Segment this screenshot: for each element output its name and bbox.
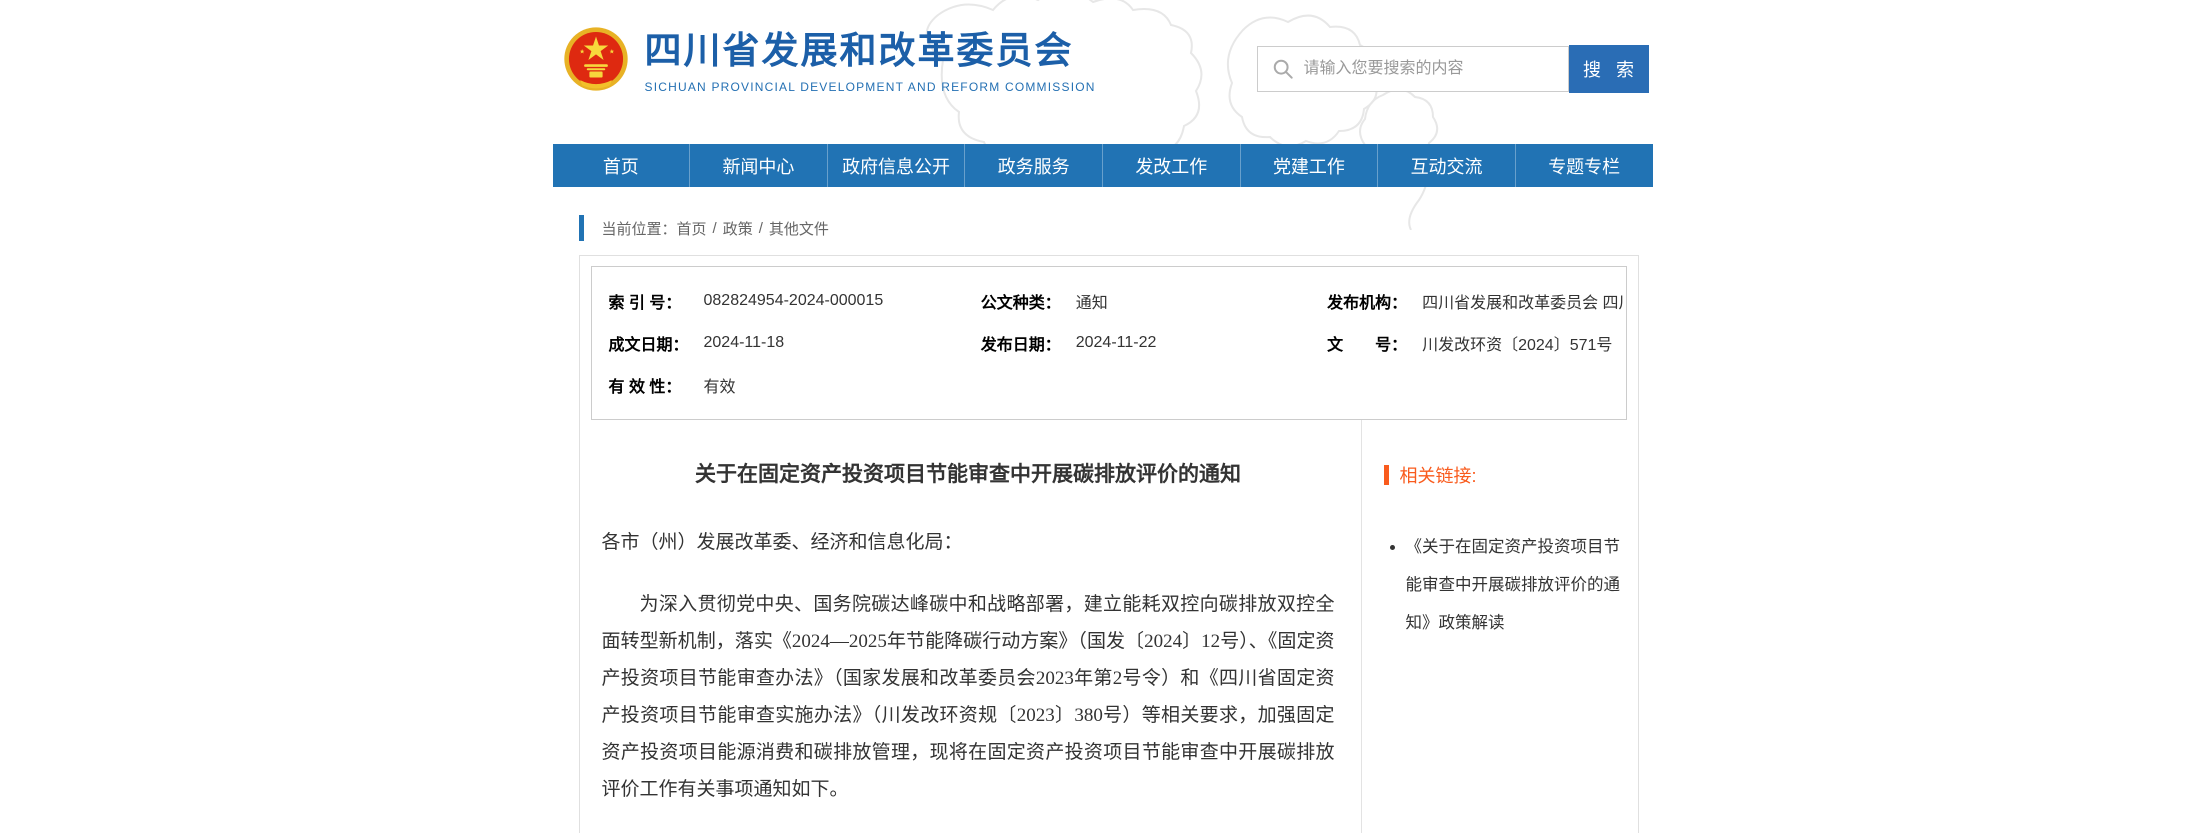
meta-label: 成文日期： (592, 331, 704, 355)
sidebar-accent-bar (1384, 465, 1389, 485)
related-link-policy-interpretation[interactable]: 《关于在固定资产投资项目节能审查中开展碳排放评价的通知》政策解读 (1406, 528, 1628, 642)
meta-value: 2024-11-22 (1076, 334, 1157, 352)
site-title: 四川省发展和改革委员会 (645, 30, 1096, 73)
meta-doc-number: 文 号： 川发改环资〔2024〕571号 (1310, 322, 1625, 364)
meta-row: 索 引 号： 082824954-2024-000015 公文种类： 通知 发布… (592, 280, 1626, 322)
nav-item-news[interactable]: 新闻中心 (690, 144, 828, 187)
related-links-sidebar: 相关链接: 《关于在固定资产投资项目节能审查中开展碳排放评价的通知》政策解读 (1362, 420, 1638, 833)
meta-label: 文 号： (1310, 331, 1422, 355)
meta-doc-type: 公文种类： 通知 (964, 280, 1310, 322)
meta-row: 有 效 性： 有效 (592, 364, 1626, 406)
nav-item-ndrc-work[interactable]: 发改工作 (1103, 144, 1241, 187)
breadcrumb-home[interactable]: 首页 (677, 218, 707, 239)
document-meta-table: 索 引 号： 082824954-2024-000015 公文种类： 通知 发布… (591, 266, 1627, 420)
national-emblem-icon (563, 26, 629, 92)
breadcrumb-separator: / (713, 220, 717, 237)
meta-validity: 有 效 性： 有效 (592, 364, 964, 406)
nav-item-special-topics[interactable]: 专题专栏 (1516, 144, 1653, 187)
meta-label: 索 引 号： (592, 289, 704, 313)
document-main: 关于在固定资产投资项目节能审查中开展碳排放评价的通知 各市（州）发展改革委、经济… (580, 420, 1362, 833)
page: 四川省发展和改革委员会 SICHUAN PROVINCIAL DEVELOPME… (553, 0, 1653, 833)
meta-value: 通知 (1076, 289, 1108, 313)
breadcrumb-separator: / (759, 220, 763, 237)
document-title: 关于在固定资产投资项目节能审查中开展碳排放评价的通知 (602, 458, 1335, 488)
document-paragraph: 为深入贯彻党中央、国务院碳达峰碳中和战略部署，建立能耗双控向碳排放双控全面转型新… (602, 586, 1335, 808)
meta-value: 有效 (704, 373, 736, 397)
nav-item-services[interactable]: 政务服务 (965, 144, 1103, 187)
meta-value: 2024-11-18 (704, 334, 785, 352)
meta-label: 发布机构： (1310, 289, 1422, 313)
meta-issuing-agency: 发布机构： 四川省发展和改革委员会 四川省经... (1310, 280, 1625, 322)
meta-label: 有 效 性： (592, 373, 704, 397)
meta-publish-date: 发布日期： 2024-11-22 (964, 322, 1310, 364)
meta-value: 川发改环资〔2024〕571号 (1422, 331, 1612, 355)
search-box (1257, 46, 1569, 92)
search-button[interactable]: 搜 索 (1569, 45, 1649, 93)
nav-item-party-building[interactable]: 党建工作 (1241, 144, 1379, 187)
search-input[interactable] (1304, 49, 1568, 89)
nav-item-gov-info[interactable]: 政府信息公开 (828, 144, 966, 187)
search-area: 搜 索 (1257, 46, 1649, 93)
site-subtitle: SICHUAN PROVINCIAL DEVELOPMENT AND REFOR… (645, 80, 1096, 94)
related-links-title: 相关链接: (1400, 462, 1477, 488)
meta-written-date: 成文日期： 2024-11-18 (592, 322, 964, 364)
meta-row: 成文日期： 2024-11-18 发布日期： 2024-11-22 文 号： 川… (592, 322, 1626, 364)
related-links-list: 《关于在固定资产投资项目节能审查中开展碳排放评价的通知》政策解读 (1384, 528, 1628, 642)
nav-item-home[interactable]: 首页 (553, 144, 691, 187)
main-navigation: 首页 新闻中心 政府信息公开 政务服务 发改工作 党建工作 互动交流 专题专栏 (553, 144, 1653, 187)
breadcrumb: 当前位置： 首页 / 政策 / 其他文件 (579, 214, 1653, 242)
content-container: 索 引 号： 082824954-2024-000015 公文种类： 通知 发布… (579, 255, 1639, 833)
breadcrumb-accent-bar (579, 215, 584, 241)
sidebar-title-row: 相关链接: (1384, 462, 1628, 488)
breadcrumb-label: 当前位置： (602, 218, 677, 239)
meta-label: 公文种类： (964, 289, 1076, 313)
breadcrumb-policy[interactable]: 政策 (723, 218, 753, 239)
document-area: 关于在固定资产投资项目节能审查中开展碳排放评价的通知 各市（州）发展改革委、经济… (580, 420, 1638, 833)
site-header: 四川省发展和改革委员会 SICHUAN PROVINCIAL DEVELOPME… (553, 0, 1653, 144)
search-icon (1272, 58, 1294, 80)
breadcrumb-other-docs[interactable]: 其他文件 (769, 218, 829, 239)
meta-value: 四川省发展和改革委员会 四川省经... (1422, 289, 1625, 313)
site-titles: 四川省发展和改革委员会 SICHUAN PROVINCIAL DEVELOPME… (645, 26, 1096, 94)
meta-index-number: 索 引 号： 082824954-2024-000015 (592, 280, 964, 322)
meta-label: 发布日期： (964, 331, 1076, 355)
meta-value: 082824954-2024-000015 (704, 292, 884, 310)
meta-empty-cell (964, 364, 1310, 406)
document-salutation: 各市（州）发展改革委、经济和信息化局： (602, 524, 1335, 561)
nav-item-interaction[interactable]: 互动交流 (1378, 144, 1516, 187)
meta-empty-cell (1310, 364, 1625, 406)
